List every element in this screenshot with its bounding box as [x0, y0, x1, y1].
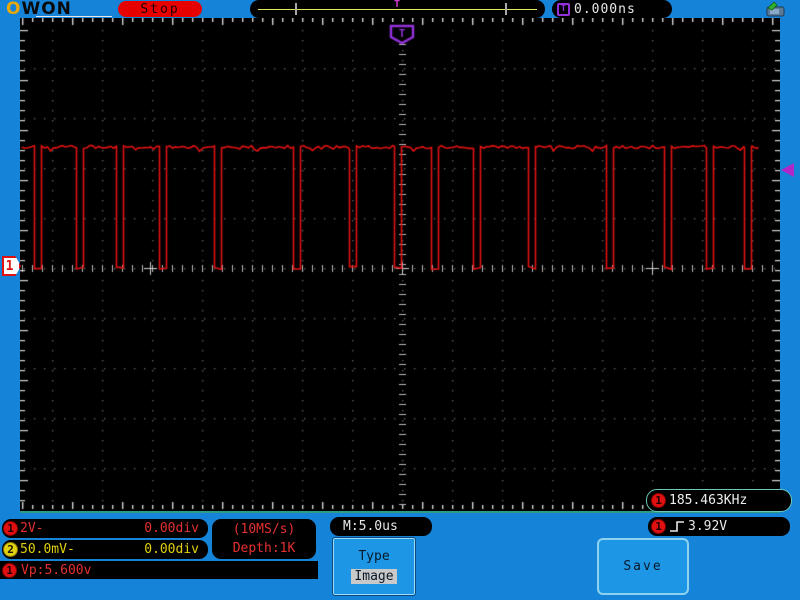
ch1-marker-label: 1	[5, 258, 14, 274]
type-label: Type	[358, 549, 390, 564]
vp-measurement: Vp:5.600v	[21, 562, 92, 578]
trigger-position-t-icon: T	[394, 0, 401, 10]
run-state-badge: Stop	[118, 1, 202, 17]
memory-position-ruler: T	[250, 0, 545, 18]
usb-save-icon	[766, 2, 785, 17]
window-right-bracket	[505, 3, 507, 15]
trigger-status-pill: 1 3.92V	[648, 517, 790, 536]
ch1-badge: 1	[651, 493, 666, 508]
ch1-badge: 1	[2, 562, 17, 578]
trigger-level-arrow-icon[interactable]	[781, 163, 794, 177]
timebase-value: M:5.0us	[343, 519, 398, 534]
rising-edge-icon	[670, 521, 684, 532]
run-state-label: Stop	[140, 1, 180, 17]
waveform-canvas	[20, 18, 780, 511]
sample-rate: (10MS/s)	[232, 522, 296, 537]
ch2-offset: 0.00div	[144, 542, 199, 557]
ch2-scale: 50.0mV-	[20, 542, 75, 557]
ch1-badge: 1	[3, 521, 18, 536]
oscilloscope-screen: O WON Stop T T 0.000ns 1 1 185.463KHz 1 2…	[0, 0, 800, 600]
frequency-counter: 1 185.463KHz	[646, 489, 792, 512]
ch2-badge: 2	[3, 542, 18, 557]
save-label: Save	[623, 559, 663, 574]
type-menu-button[interactable]: Type Image	[332, 537, 416, 596]
timebase-pill: M:5.0us	[330, 517, 432, 536]
frequency-value: 185.463KHz	[669, 493, 748, 508]
trigger-t-icon: T	[557, 2, 570, 16]
measurement-bar: 1 Vp:5.600v	[0, 561, 318, 579]
ch1-zero-position-marker[interactable]: 1	[2, 256, 21, 276]
ch1-badge: 1	[651, 519, 666, 534]
save-button[interactable]: Save	[597, 538, 689, 595]
waveform-display-area	[20, 18, 780, 513]
trigger-time-value: 0.000ns	[574, 1, 636, 17]
logo-letter-o: O	[6, 0, 22, 19]
type-selected-value: Image	[351, 569, 397, 584]
ch1-scale: 2V-	[20, 521, 44, 536]
logo-underline	[36, 16, 112, 17]
window-left-bracket	[295, 3, 297, 15]
trigger-time-readout: T 0.000ns	[552, 0, 672, 18]
acquire-status-pill: (10MS/s) Depth:1K	[212, 519, 316, 559]
ch1-status-pill: 1 2V- 0.00div	[2, 519, 208, 538]
ch1-offset: 0.00div	[144, 521, 199, 536]
trigger-level-value: 3.92V	[688, 519, 728, 534]
memory-depth: Depth:1K	[232, 541, 296, 556]
ch2-status-pill: 2 50.0mV- 0.00div	[2, 540, 208, 559]
